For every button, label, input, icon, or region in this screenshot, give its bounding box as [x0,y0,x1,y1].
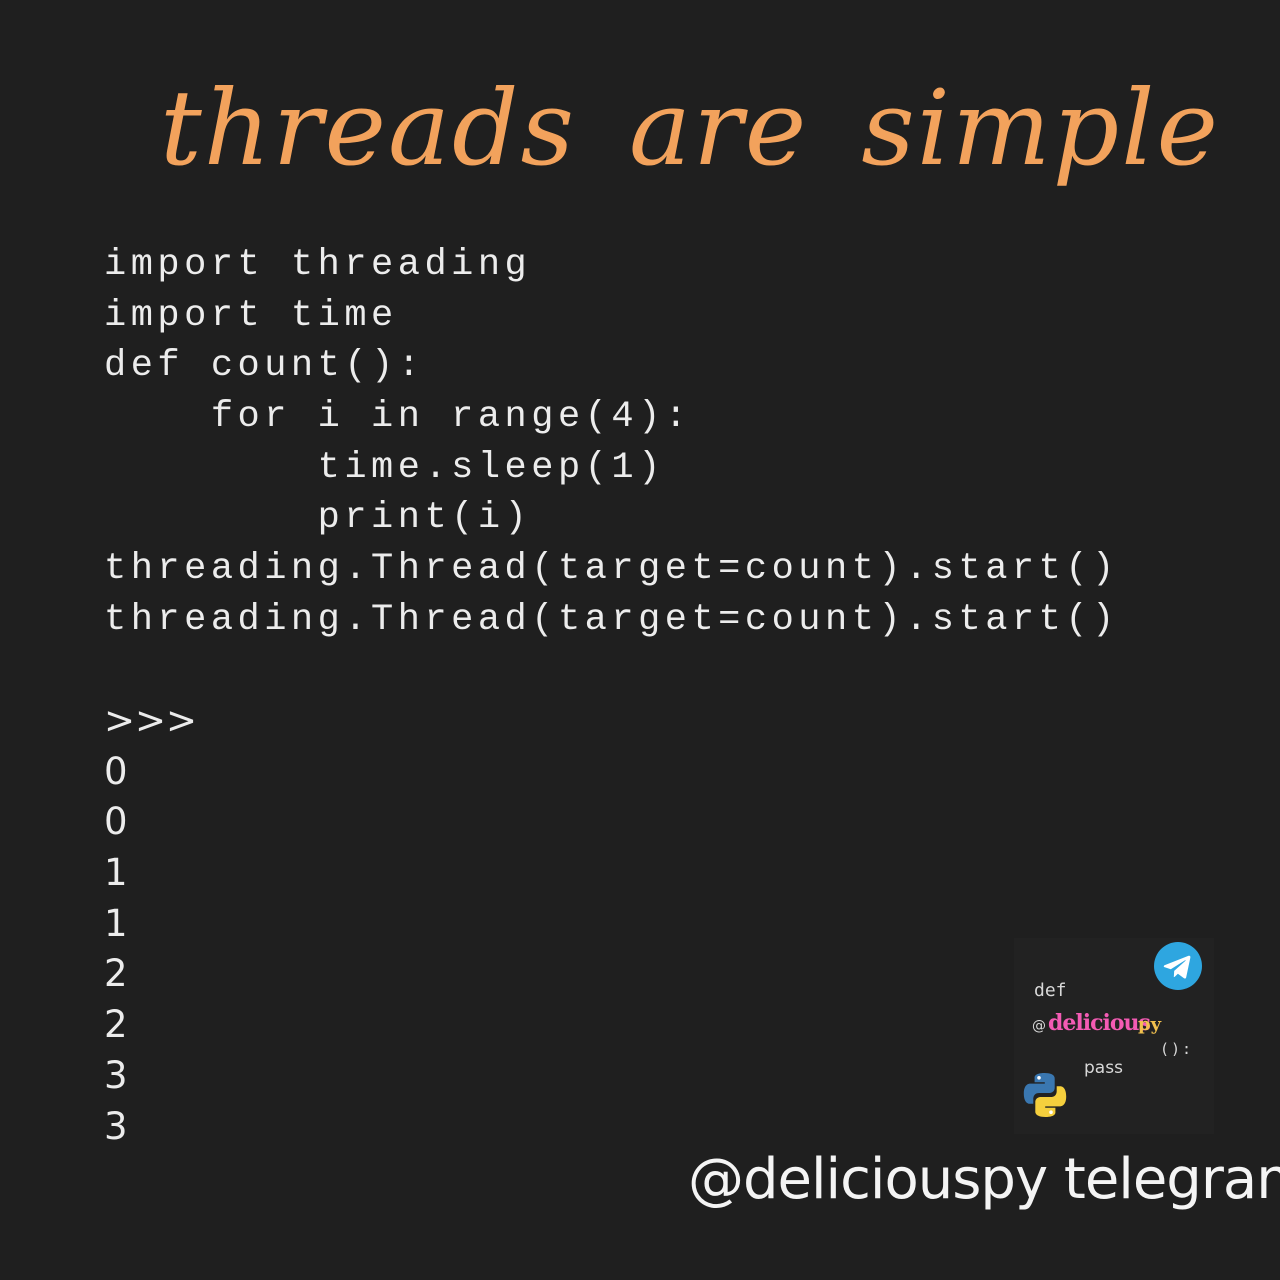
output-line: 3 [104,1104,128,1148]
channel-logo-badge: def @ delicious py (): pass [1014,938,1214,1134]
output-block: >>> 0 0 1 1 2 2 3 3 [104,696,197,1152]
code-line: print(i) [104,497,532,540]
code-line: time.sleep(1) [104,446,665,489]
channel-handle: @deliciouspy telegram [688,1147,1280,1212]
badge-brand-name: delicious [1048,1010,1151,1036]
badge-brand-suffix: py [1138,1014,1162,1035]
badge-def-text: def [1034,980,1067,1001]
code-line: def count(): [104,345,425,388]
output-line: 0 [104,800,128,844]
badge-at-sign: @ [1032,1018,1046,1034]
output-line: 0 [104,749,128,793]
code-block: import threading import time def count(): … [104,240,1119,646]
page-title: threads are simple [160,67,1220,189]
python-logo-icon [1023,1073,1067,1117]
output-prompt: >>> [104,699,198,742]
code-line: threading.Thread(target=count).start() [104,548,1119,591]
output-line: 1 [104,851,128,895]
code-line: threading.Thread(target=count).start() [104,598,1119,641]
output-line: 1 [104,901,128,945]
telegram-icon [1154,942,1202,990]
code-line: import threading [104,244,532,286]
code-line: for i in range(4): [104,396,692,439]
output-line: 2 [104,1003,128,1047]
code-line: import time [104,294,398,337]
output-line: 3 [104,1053,128,1097]
output-line: 2 [104,952,128,996]
badge-parens-text: (): [1160,1040,1194,1058]
badge-pass-text: pass [1084,1058,1123,1078]
